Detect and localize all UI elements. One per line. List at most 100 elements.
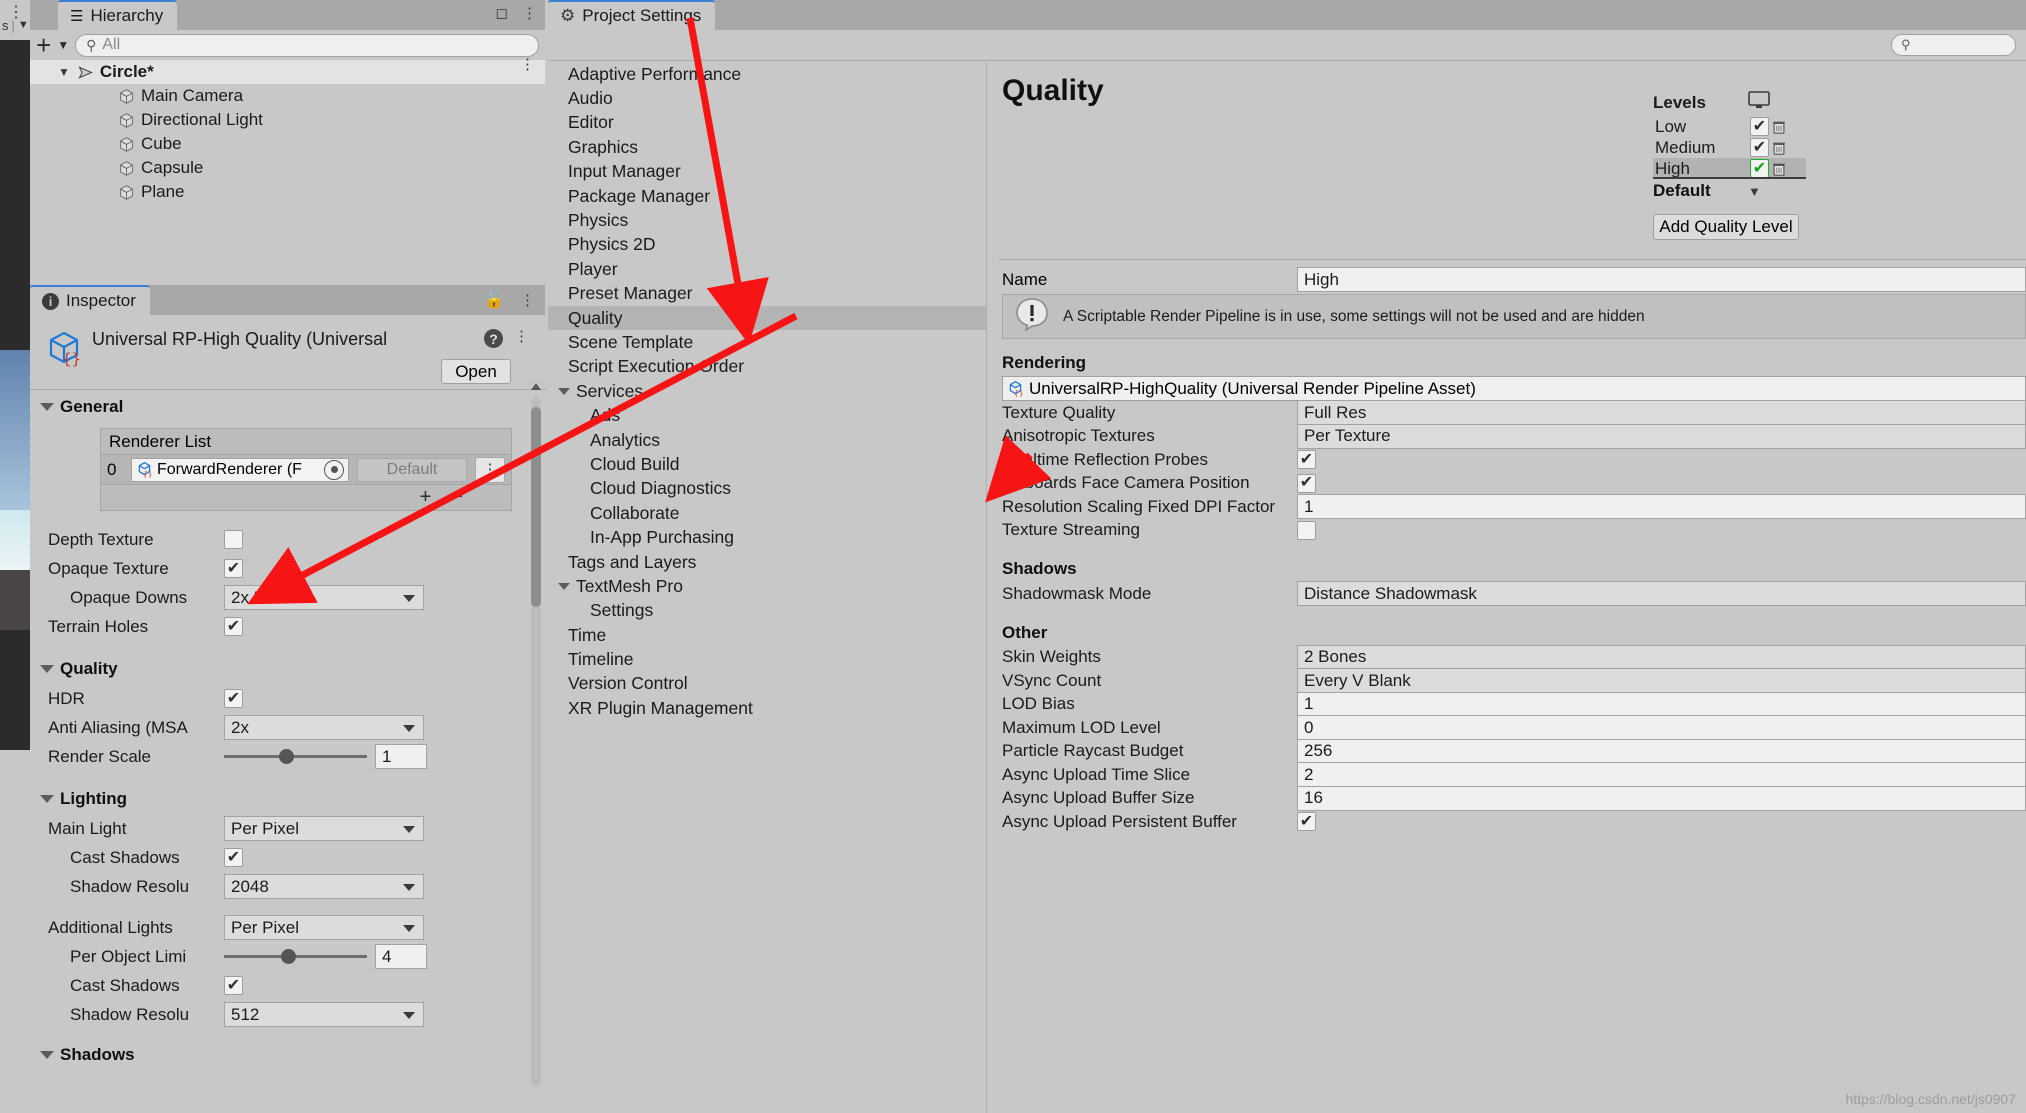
render-pipeline-asset-field[interactable]: {}UniversalRP-HighQuality (Universal Ren…: [1002, 376, 2026, 401]
delete-quality-level-button[interactable]: [1769, 161, 1789, 177]
slider-knob[interactable]: [281, 949, 296, 964]
trash-icon[interactable]: [1771, 161, 1787, 177]
settings-category-adaptive-performance[interactable]: Adaptive Performance: [548, 62, 986, 86]
chevron-down-icon[interactable]: ▼: [58, 65, 70, 79]
delete-quality-level-button[interactable]: [1769, 119, 1789, 135]
delete-quality-level-button[interactable]: [1769, 140, 1789, 156]
settings-category-graphics[interactable]: Graphics: [548, 135, 986, 159]
settings-category-scene-template[interactable]: Scene Template: [548, 330, 986, 354]
kebab-icon[interactable]: ⋮: [520, 62, 535, 67]
section-header-general[interactable]: General: [30, 391, 530, 422]
quality-level-row[interactable]: Low: [1653, 116, 1806, 137]
settings-category-cloud-diagnostics[interactable]: Cloud Diagnostics: [548, 477, 986, 501]
inspector-scrollbar[interactable]: [531, 397, 541, 1087]
add-gameobject-button[interactable]: +: [36, 35, 51, 55]
text-input[interactable]: 2: [1297, 762, 2026, 787]
section-header-lighting[interactable]: Lighting: [30, 783, 530, 814]
dropdown[interactable]: Per Pixel: [224, 816, 424, 841]
list-item[interactable]: ▼Circle*: [30, 60, 545, 84]
lock-icon[interactable]: 🔓: [484, 290, 504, 310]
open-button[interactable]: Open: [441, 359, 511, 384]
maximize-icon[interactable]: ◻: [496, 4, 508, 22]
trash-icon[interactable]: [1771, 140, 1787, 156]
settings-category-settings[interactable]: Settings: [548, 599, 986, 623]
settings-category-analytics[interactable]: Analytics: [548, 428, 986, 452]
list-item[interactable]: Main Camera: [30, 84, 545, 108]
settings-category-collaborate[interactable]: Collaborate: [548, 501, 986, 525]
checkbox[interactable]: [224, 559, 243, 578]
settings-category-textmesh-pro[interactable]: TextMesh Pro: [548, 574, 986, 598]
chevron-down-icon[interactable]: [40, 795, 54, 803]
section-header-shadows[interactable]: Shadows: [30, 1039, 530, 1070]
chevron-down-icon[interactable]: [40, 403, 54, 411]
slider-knob[interactable]: [279, 749, 294, 764]
dropdown[interactable]: 2x: [224, 715, 424, 740]
slider[interactable]: [224, 944, 367, 969]
dropdown[interactable]: Full Res: [1297, 400, 2026, 425]
settings-category-version-control[interactable]: Version Control: [548, 672, 986, 696]
chevron-down-icon[interactable]: ▼: [1748, 184, 1761, 199]
remove-renderer-button[interactable]: −: [451, 486, 463, 509]
hierarchy-search-input[interactable]: ⚲ All: [75, 34, 539, 57]
settings-category-xr-plugin-management[interactable]: XR Plugin Management: [548, 696, 986, 720]
dropdown[interactable]: Per Pixel: [224, 915, 424, 940]
help-icon[interactable]: ?: [484, 329, 503, 348]
dropdown[interactable]: Distance Shadowmask: [1297, 581, 2026, 606]
settings-category-services[interactable]: Services: [548, 379, 986, 403]
section-header-quality[interactable]: Quality: [30, 653, 530, 684]
slider-value-input[interactable]: 4: [375, 944, 427, 969]
scrollbar-thumb[interactable]: [531, 407, 541, 607]
chevron-down-icon[interactable]: ▼: [57, 38, 69, 52]
quality-level-row[interactable]: Medium: [1653, 137, 1806, 158]
kebab-icon[interactable]: ⋮: [522, 4, 537, 22]
checkbox[interactable]: [1297, 812, 1316, 831]
quality-level-row[interactable]: High: [1653, 158, 1806, 179]
dropdown[interactable]: 2048: [224, 874, 424, 899]
settings-category-player[interactable]: Player: [548, 257, 986, 281]
add-quality-level-button[interactable]: Add Quality Level: [1653, 214, 1799, 240]
quality-name-input[interactable]: High: [1297, 267, 2026, 292]
settings-category-audio[interactable]: Audio: [548, 86, 986, 110]
dropdown[interactable]: Per Texture: [1297, 424, 2026, 449]
list-item[interactable]: Plane: [30, 180, 545, 204]
quality-level-checkbox[interactable]: [1750, 138, 1769, 157]
hierarchy-window-controls[interactable]: ◻ ⋮: [496, 4, 537, 22]
settings-category-in-app-purchasing[interactable]: In-App Purchasing: [548, 525, 986, 549]
checkbox[interactable]: [1297, 450, 1316, 469]
dropdown[interactable]: 2x Bilinear: [224, 585, 424, 610]
dropdown[interactable]: Every V Blank: [1297, 668, 2026, 693]
checkbox[interactable]: [1297, 521, 1316, 540]
chevron-down-icon[interactable]: [558, 388, 570, 395]
list-item[interactable]: Capsule: [30, 156, 545, 180]
kebab-icon[interactable]: ⋮: [475, 457, 505, 483]
settings-category-timeline[interactable]: Timeline: [548, 647, 986, 671]
settings-category-editor[interactable]: Editor: [548, 111, 986, 135]
settings-category-ads[interactable]: Ads: [548, 403, 986, 427]
chevron-down-icon[interactable]: [40, 665, 54, 673]
settings-category-physics-2d[interactable]: Physics 2D: [548, 233, 986, 257]
settings-category-input-manager[interactable]: Input Manager: [548, 160, 986, 184]
checkbox[interactable]: [224, 848, 243, 867]
scroll-up-icon[interactable]: [531, 383, 541, 390]
project-settings-search-input[interactable]: ⚲: [1891, 34, 2016, 56]
settings-category-time[interactable]: Time: [548, 623, 986, 647]
tab-project-settings[interactable]: ⚙ Project Settings: [548, 0, 715, 30]
dropdown[interactable]: 512: [224, 1002, 424, 1027]
left-dropdown[interactable]: s| ▼: [0, 14, 30, 36]
quality-level-checkbox[interactable]: [1750, 117, 1769, 136]
tab-inspector[interactable]: i Inspector: [30, 285, 150, 315]
add-renderer-button[interactable]: +: [420, 486, 432, 509]
list-item[interactable]: Cube: [30, 132, 545, 156]
checkbox[interactable]: [224, 530, 243, 549]
text-input[interactable]: 0: [1297, 715, 2026, 740]
dropdown[interactable]: 2 Bones: [1297, 645, 2026, 670]
chevron-down-icon[interactable]: [558, 583, 570, 590]
checkbox[interactable]: [224, 689, 243, 708]
kebab-icon[interactable]: ⋮: [514, 327, 529, 345]
settings-category-quality[interactable]: Quality: [548, 306, 986, 330]
text-input[interactable]: 1: [1297, 692, 2026, 717]
tab-hierarchy[interactable]: ☰ Hierarchy: [58, 0, 177, 30]
slider-value-input[interactable]: 1: [375, 744, 427, 769]
renderer-object-field[interactable]: {}ForwardRenderer (F: [131, 458, 349, 482]
text-input[interactable]: 16: [1297, 786, 2026, 811]
